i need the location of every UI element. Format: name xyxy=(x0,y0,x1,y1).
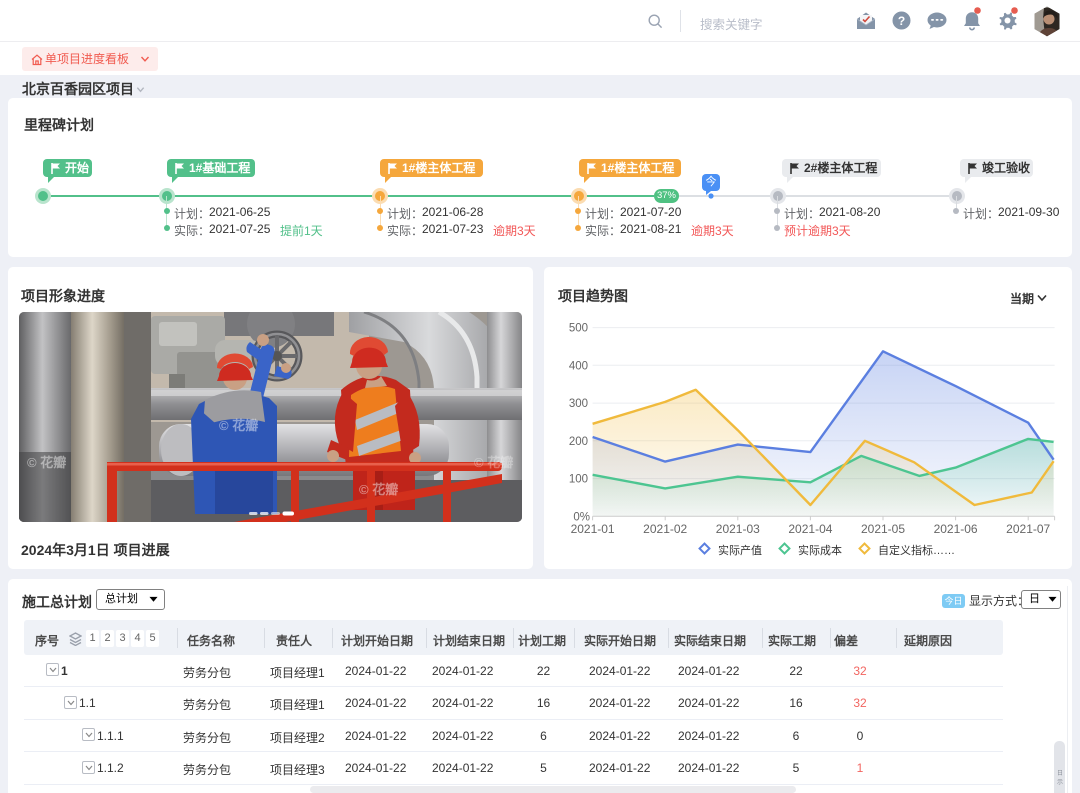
svg-text:实际成本: 实际成本 xyxy=(798,543,842,557)
svg-text:500: 500 xyxy=(569,323,588,335)
svg-text:300: 300 xyxy=(569,398,588,410)
svg-text:© 花瓣: © 花瓣 xyxy=(474,455,513,470)
svg-text:2021-03: 2021-03 xyxy=(716,522,760,536)
svg-text:© 花瓣: © 花瓣 xyxy=(219,418,258,433)
svg-text:2021-06: 2021-06 xyxy=(934,522,978,536)
svg-text:2021-07: 2021-07 xyxy=(1006,522,1050,536)
svg-text:© 花瓣: © 花瓣 xyxy=(359,482,398,497)
svg-text:© 花瓣: © 花瓣 xyxy=(27,455,66,470)
svg-text:实际产值: 实际产值 xyxy=(718,543,762,557)
svg-text:400: 400 xyxy=(569,360,588,372)
svg-text:200: 200 xyxy=(569,436,588,448)
svg-text:2021-04: 2021-04 xyxy=(788,522,832,536)
svg-text:自定义指标……: 自定义指标…… xyxy=(878,543,955,557)
svg-text:100: 100 xyxy=(569,474,588,486)
svg-text:2021-01: 2021-01 xyxy=(571,522,615,536)
svg-text:?: ? xyxy=(898,14,905,28)
svg-text:2021-05: 2021-05 xyxy=(861,522,905,536)
svg-text:2021-02: 2021-02 xyxy=(643,522,687,536)
